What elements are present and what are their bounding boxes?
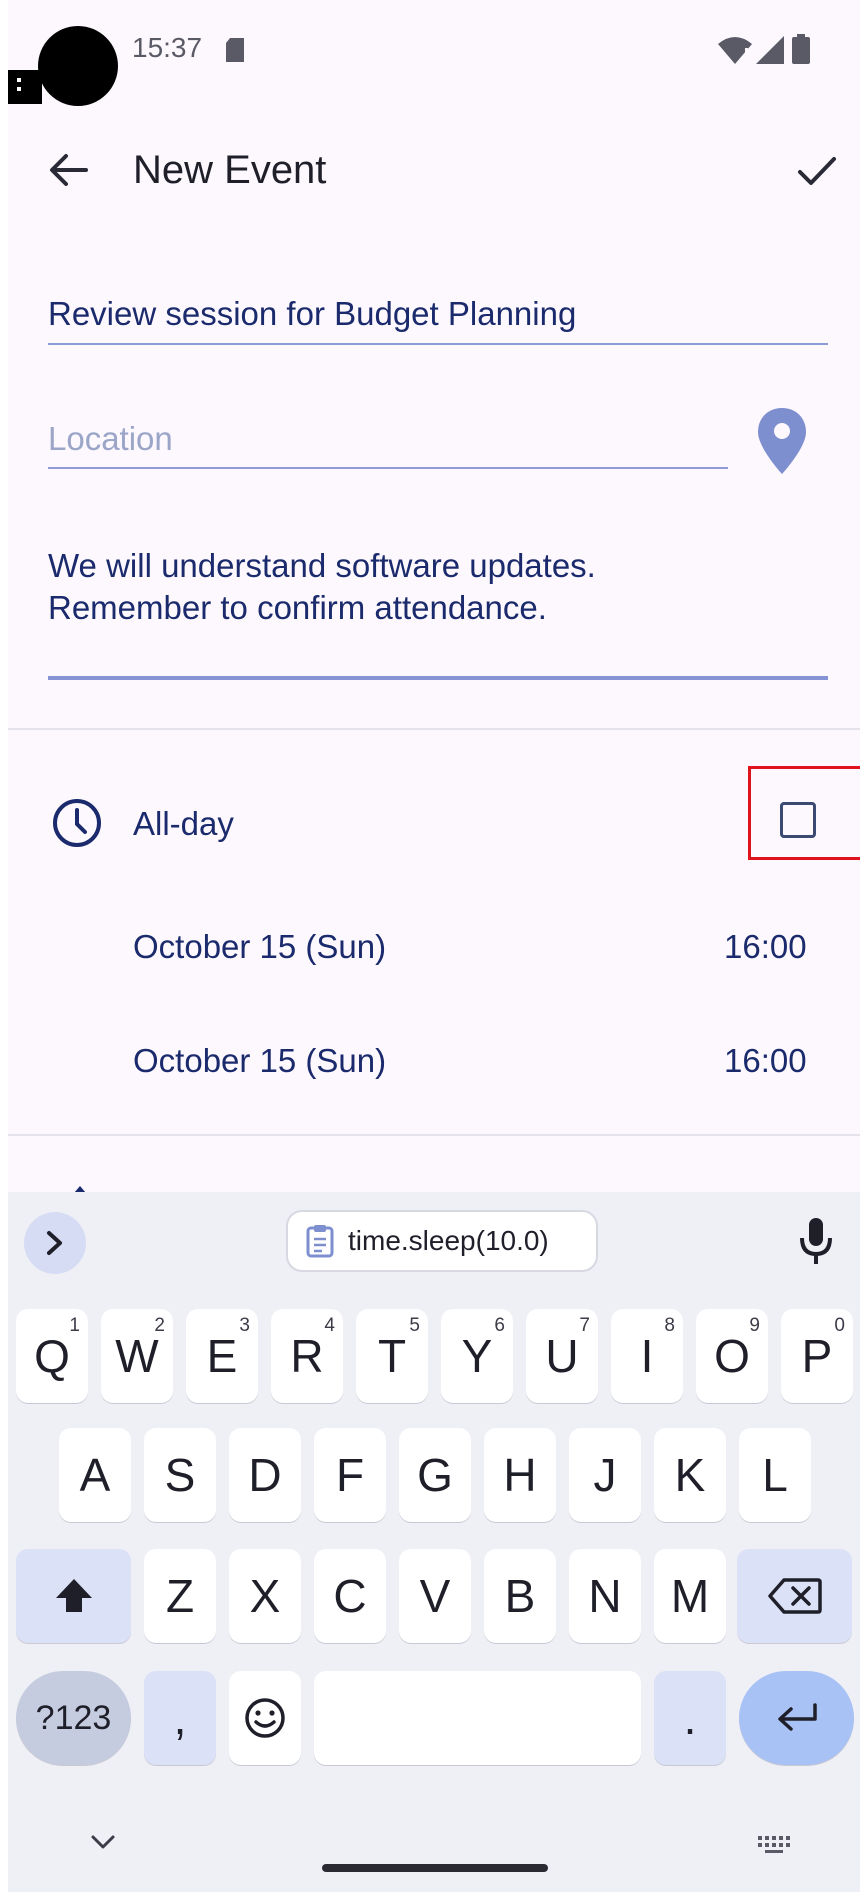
key-t[interactable]: T5 <box>356 1309 428 1403</box>
key-w[interactable]: W2 <box>101 1309 173 1403</box>
page-title: New Event <box>133 148 327 192</box>
key-c[interactable]: C <box>314 1549 386 1643</box>
location-underline <box>48 467 728 469</box>
key-n[interactable]: N <box>569 1549 641 1643</box>
wifi-icon <box>718 37 752 64</box>
title-underline <box>48 343 828 345</box>
status-time: 15:37 <box>132 32 203 63</box>
shift-key[interactable] <box>16 1549 131 1643</box>
keyboard-switch-icon[interactable] <box>756 1834 796 1856</box>
event-title-input[interactable]: Review session for Budget Planning <box>48 293 828 335</box>
key-k[interactable]: K <box>654 1428 726 1522</box>
clipboard-icon <box>306 1225 334 1258</box>
section-divider <box>8 1134 860 1136</box>
key-y[interactable]: Y6 <box>441 1309 513 1403</box>
key-b[interactable]: B <box>484 1549 556 1643</box>
camera-cutout <box>38 26 118 106</box>
key-v[interactable]: V <box>399 1549 471 1643</box>
section-divider <box>8 728 860 730</box>
all-day-label: All-day <box>133 805 234 842</box>
overlay-tab <box>8 70 42 104</box>
period-key[interactable]: . <box>654 1671 726 1765</box>
key-s[interactable]: S <box>144 1428 216 1522</box>
key-g[interactable]: G <box>399 1428 471 1522</box>
key-d[interactable]: D <box>229 1428 301 1522</box>
sd-card-icon <box>226 38 244 62</box>
space-key[interactable] <box>314 1671 641 1765</box>
shift-icon <box>55 1579 92 1612</box>
backspace-key[interactable] <box>737 1549 852 1643</box>
backspace-icon <box>767 1578 822 1614</box>
back-button[interactable] <box>44 146 92 194</box>
hide-keyboard-icon[interactable] <box>90 1834 116 1850</box>
symbols-key[interactable]: ?123 <box>16 1671 131 1765</box>
screen: 15:37 New Event Review session for Budge… <box>8 0 860 1892</box>
start-time[interactable]: 16:00 <box>724 928 807 966</box>
key-i[interactable]: I8 <box>611 1309 683 1403</box>
key-e[interactable]: E3 <box>186 1309 258 1403</box>
description-input[interactable]: We will understand software updates. Rem… <box>48 545 828 629</box>
all-day-checkbox[interactable] <box>780 802 816 838</box>
enter-icon <box>777 1703 817 1731</box>
key-z[interactable]: Z <box>144 1549 216 1643</box>
enter-key[interactable] <box>739 1671 854 1765</box>
map-pin-icon[interactable] <box>758 408 806 474</box>
location-input[interactable]: Location <box>48 418 728 460</box>
key-m[interactable]: M <box>654 1549 726 1643</box>
key-r[interactable]: R4 <box>271 1309 343 1403</box>
key-l[interactable]: L <box>739 1428 811 1522</box>
key-q[interactable]: Q1 <box>16 1309 88 1403</box>
signal-icon <box>756 36 784 64</box>
end-time[interactable]: 16:00 <box>724 1042 807 1080</box>
start-date[interactable]: October 15 (Sun) <box>133 928 386 966</box>
clock-icon <box>53 799 101 847</box>
key-f[interactable]: F <box>314 1428 386 1522</box>
key-o[interactable]: O9 <box>696 1309 768 1403</box>
end-date[interactable]: October 15 (Sun) <box>133 1042 386 1080</box>
key-h[interactable]: H <box>484 1428 556 1522</box>
microphone-icon[interactable] <box>798 1218 834 1264</box>
comma-key[interactable]: , <box>144 1671 216 1765</box>
toolbar-expand-button[interactable] <box>24 1212 86 1274</box>
key-u[interactable]: U7 <box>526 1309 598 1403</box>
emoji-icon <box>245 1698 285 1738</box>
key-j[interactable]: J <box>569 1428 641 1522</box>
gesture-handle[interactable] <box>322 1864 548 1872</box>
battery-icon <box>792 34 810 64</box>
key-x[interactable]: X <box>229 1549 301 1643</box>
check-icon <box>798 157 836 185</box>
soft-keyboard <box>8 1192 860 1892</box>
save-button[interactable] <box>794 148 840 194</box>
description-underline <box>48 676 828 680</box>
chevron-right-icon <box>47 1231 62 1255</box>
key-p[interactable]: P0 <box>781 1309 853 1403</box>
arrow-back-icon <box>50 154 88 186</box>
emoji-key[interactable] <box>229 1671 301 1765</box>
clipboard-suggestion-text: time.sleep(10.0) <box>348 1225 549 1256</box>
key-a[interactable]: A <box>59 1428 131 1522</box>
clipboard-suggestion-chip[interactable]: time.sleep(10.0) <box>286 1210 598 1272</box>
